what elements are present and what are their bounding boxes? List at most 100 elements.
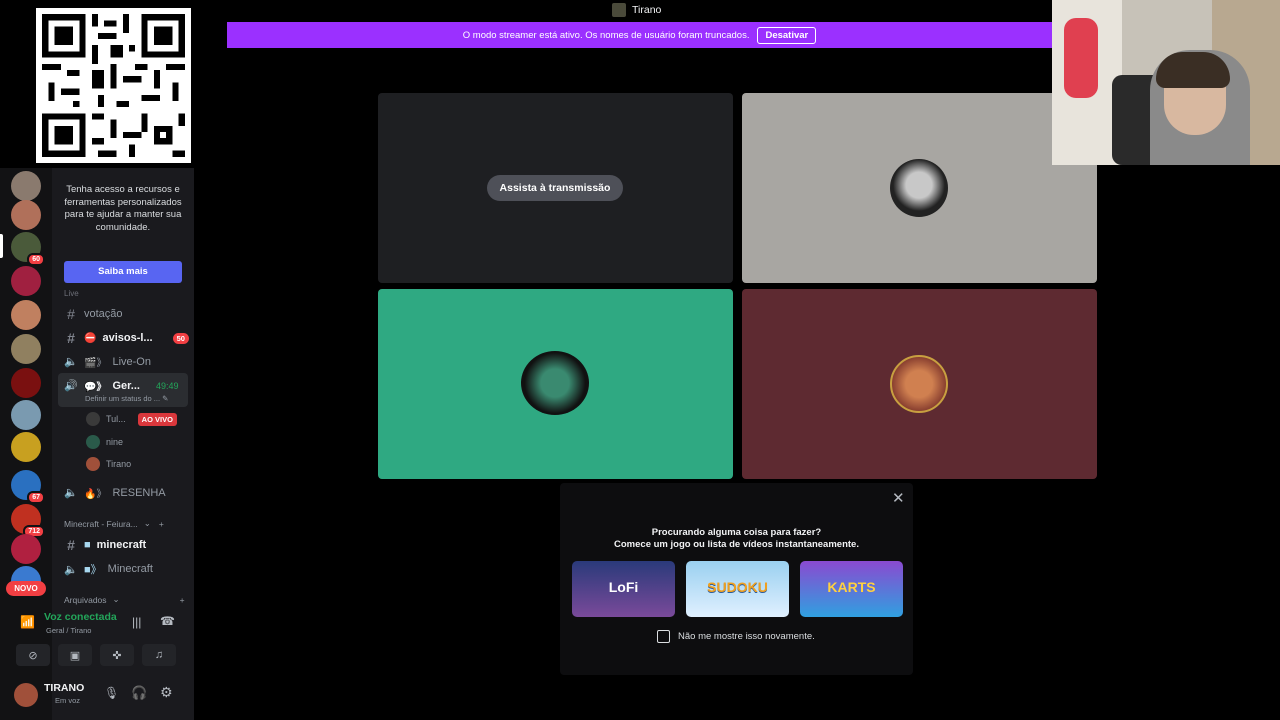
live-badge: AO VIVO	[137, 412, 177, 426]
channel-geral[interactable]: 🔊 💬》 Ger... 49:49	[64, 378, 179, 394]
category-minecraft[interactable]: Minecraft - Feiura... ⌄ +	[64, 518, 164, 529]
voice-user-name: Tirano	[106, 459, 132, 469]
channel-minecraft-voice[interactable]: 🔈 ■》 Minecraft	[64, 561, 153, 577]
channel-avisos[interactable]: # ⛔ avisos-l... 50	[64, 330, 189, 346]
dont-show-again[interactable]: Não me mostre isso novamente.	[657, 630, 815, 643]
server-icon[interactable]: 712	[11, 504, 45, 538]
avatar	[521, 351, 589, 415]
speech-icon: 💬》	[84, 382, 107, 393]
activity-card-title: SUDOKU	[707, 579, 768, 595]
user-tile[interactable]	[742, 93, 1097, 283]
checkbox[interactable]	[657, 630, 670, 643]
camera-button[interactable]: ⊘	[16, 644, 50, 666]
category-live[interactable]: Live	[64, 289, 79, 298]
username[interactable]: TIRANO	[44, 682, 84, 694]
category-archived[interactable]: Arquivados ⌄ +	[64, 594, 185, 605]
camera-off-icon: ⊘	[28, 649, 38, 662]
speaker-icon: 🔈	[64, 356, 78, 368]
channel-label: RESENHA	[112, 486, 166, 499]
close-icon[interactable]: ✕	[892, 489, 905, 507]
qr-code	[36, 8, 191, 163]
new-badge[interactable]: NOVO	[6, 581, 46, 596]
noise-suppression-icon[interactable]: |||	[132, 615, 141, 629]
activity-line-2: Comece um jogo ou lista de vídeos instan…	[614, 539, 859, 550]
channel-minecraft-text[interactable]: # ■ minecraft	[64, 537, 146, 553]
call-title: Tirano	[612, 3, 661, 17]
speaker-icon: 🔈	[64, 487, 78, 499]
avatar	[890, 355, 948, 413]
voice-user-name: nine	[106, 437, 124, 447]
microphone-icon[interactable]: 🎙	[104, 686, 119, 700]
activity-card-sudoku[interactable]: SUDOKU	[686, 561, 789, 617]
avatar	[86, 412, 100, 426]
gear-icon[interactable]: ⚙	[160, 684, 173, 701]
user-tile[interactable]	[742, 289, 1097, 479]
server-icon[interactable]	[11, 432, 41, 462]
voice-user[interactable]: Tirano	[86, 457, 131, 471]
activity-button[interactable]: ✜	[100, 644, 134, 666]
activity-card-title: KARTS	[827, 579, 876, 595]
watch-stream-button[interactable]: Assista à transmissão	[487, 175, 623, 201]
banner-message: O modo streamer está ativo. Os nomes de …	[462, 29, 750, 41]
server-icon[interactable]: 67	[11, 470, 45, 504]
selected-server-indicator	[0, 234, 3, 258]
mention-badge: 67	[27, 491, 45, 504]
avatar	[612, 3, 626, 17]
server-icon[interactable]: 60	[11, 232, 45, 266]
plus-icon[interactable]: +	[180, 595, 185, 605]
signal-icon: 📶	[20, 615, 35, 629]
voice-user[interactable]: nine	[86, 435, 123, 449]
disconnect-icon[interactable]: ☎	[160, 614, 175, 628]
server-icon[interactable]	[11, 534, 41, 564]
channel-votacao[interactable]: # votação	[64, 306, 123, 322]
speaker-icon: 🔊	[64, 380, 78, 392]
chevron-down-icon: ⌄	[143, 518, 151, 528]
server-icon[interactable]	[11, 300, 41, 330]
voice-timer: 49:49	[155, 380, 179, 391]
channel-live-on[interactable]: 🔈 🎬》 Live-On	[64, 354, 151, 370]
plus-icon[interactable]: +	[159, 519, 164, 529]
promo-text: Tenha acesso a recursos e ferramentas pe…	[64, 184, 182, 233]
speaker-icon: 🔈	[64, 563, 78, 576]
server-icon[interactable]	[11, 368, 41, 398]
voice-status[interactable]: Voz conectada	[44, 611, 117, 623]
channel-label: Ger...	[112, 379, 140, 392]
voice-location[interactable]: Geral / Tirano	[46, 626, 91, 635]
ice-icon: ■》	[84, 564, 102, 576]
ice-icon: ■	[84, 539, 91, 551]
call-title-text: Tirano	[632, 4, 662, 16]
channel-resenha[interactable]: 🔈 🔥》 RESENHA	[64, 485, 166, 501]
voice-status-prompt[interactable]: Definir um status do ... ✎	[85, 394, 168, 403]
clapper-icon: 🎬》	[84, 358, 107, 369]
activity-card-karts[interactable]: KARTS	[800, 561, 903, 617]
channel-label: Live-On	[112, 355, 151, 368]
server-icon[interactable]	[11, 171, 41, 201]
checkbox-label: Não me mostre isso novamente.	[678, 631, 815, 642]
microphone	[1064, 18, 1098, 98]
channel-label: votação	[84, 308, 123, 320]
server-icon[interactable]	[11, 400, 41, 430]
voice-user[interactable]: Tul... AO VIVO	[86, 412, 177, 426]
activity-card-title: LoFi	[608, 579, 639, 595]
hash-icon: #	[67, 537, 75, 553]
user-tile[interactable]	[378, 289, 733, 479]
no-entry-icon: ⛔	[84, 332, 97, 344]
webcam-overlay	[1052, 0, 1280, 165]
server-icon[interactable]	[11, 200, 41, 230]
server-icon[interactable]	[11, 266, 41, 296]
avatar[interactable]	[14, 683, 38, 707]
screen-share-icon: ▣	[69, 649, 81, 662]
headphones-icon[interactable]: 🎧	[131, 685, 147, 701]
soundboard-icon: ♫	[154, 649, 164, 661]
learn-more-button[interactable]: Saiba mais	[64, 261, 182, 283]
screen-share-button[interactable]: ▣	[58, 644, 92, 666]
mention-badge: 60	[27, 253, 45, 266]
server-icon[interactable]	[11, 334, 41, 364]
voice-connected-panel: 📶 Voz conectada Geral / Tirano ||| ☎	[8, 605, 188, 645]
activity-card-lofi[interactable]: LoFi	[572, 561, 675, 617]
voice-user-name: Tul...	[106, 414, 126, 424]
soundboard-button[interactable]: ♫	[142, 644, 176, 666]
disable-button[interactable]: Desativar	[757, 26, 817, 44]
avatar	[890, 159, 948, 217]
avatar	[86, 457, 100, 471]
